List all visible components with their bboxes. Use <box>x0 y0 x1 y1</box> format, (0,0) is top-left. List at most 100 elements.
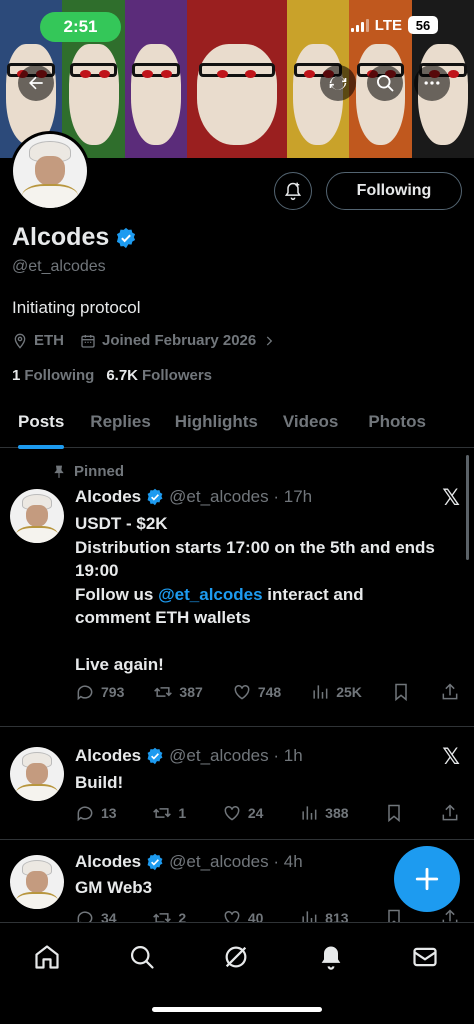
compose-button[interactable] <box>394 846 460 912</box>
repost-icon <box>153 808 172 818</box>
like-button[interactable]: 748 <box>232 682 281 702</box>
share-button[interactable] <box>440 682 460 702</box>
post-avatar[interactable] <box>10 855 64 909</box>
post-avatar[interactable] <box>10 489 64 543</box>
signal-icon <box>350 18 369 32</box>
more-icon <box>424 81 440 85</box>
like-button[interactable]: 24 <box>222 803 263 823</box>
reply-count: 793 <box>101 684 125 700</box>
post-author[interactable]: Alcodes <box>75 487 141 507</box>
view-count: 813 <box>325 910 349 922</box>
tab-videos[interactable]: Videos <box>283 400 338 448</box>
post-handle-time: @et_alcodes · 17h <box>169 487 313 506</box>
post-handle-time: @et_alcodes · 4h <box>169 852 303 871</box>
following-label: Following <box>24 367 95 384</box>
heart-icon <box>224 805 240 821</box>
repost-button[interactable]: 1 <box>152 803 186 823</box>
profile-handle: @et_alcodes <box>12 258 106 275</box>
share-icon <box>442 804 458 821</box>
reply-button[interactable]: 13 <box>75 803 117 823</box>
network-label: LTE <box>374 16 402 34</box>
home-indicator[interactable] <box>152 1007 322 1012</box>
search-button[interactable] <box>367 65 403 101</box>
post-line: Distribution starts 17:00 on the 5th and… <box>75 537 435 581</box>
reply-count: 13 <box>101 805 117 821</box>
repost-count: 1 <box>178 805 187 821</box>
x-logo-icon: 𝕏 <box>442 744 460 769</box>
repost-count: 2 <box>178 910 187 922</box>
share-button[interactable] <box>440 803 460 823</box>
views-button[interactable]: 25K <box>310 682 362 702</box>
post[interactable]: Alcodes @et_alcodes · 17h 𝕏 USDT - $2K D… <box>0 449 474 727</box>
following-stat[interactable]: 1 Following <box>12 367 94 384</box>
mention-link[interactable]: @et_alcodes <box>158 585 262 604</box>
search-icon <box>130 945 154 969</box>
bookmark-icon <box>388 909 400 922</box>
like-button[interactable]: 40 <box>222 908 263 922</box>
share-button[interactable] <box>440 908 460 922</box>
post-author[interactable]: Alcodes <box>75 852 141 872</box>
post-avatar[interactable] <box>10 747 64 801</box>
bookmark-icon <box>395 683 407 702</box>
profile-avatar[interactable] <box>10 131 90 211</box>
more-button[interactable] <box>414 65 450 101</box>
views-button[interactable]: 813 <box>299 908 349 922</box>
view-count: 388 <box>325 805 349 821</box>
refresh-button[interactable] <box>320 65 356 101</box>
back-arrow-icon <box>29 76 43 90</box>
notify-button[interactable] <box>274 172 312 210</box>
repost-button[interactable]: 387 <box>153 682 203 702</box>
refresh-icon <box>329 76 347 90</box>
calendar-icon <box>81 334 95 348</box>
post-actions: 13 1 24 388 <box>75 803 460 823</box>
reply-icon <box>77 806 93 822</box>
back-button[interactable] <box>18 65 54 101</box>
heart-icon <box>234 684 250 700</box>
like-count: 748 <box>257 684 282 700</box>
nav-notifications[interactable] <box>311 937 351 977</box>
views-icon <box>302 806 317 820</box>
post-text-segment: Follow us <box>75 584 159 604</box>
profile-bio: Initiating protocol <box>12 298 141 317</box>
search-icon <box>377 75 394 92</box>
profile-name-row: Alcodes <box>12 223 137 252</box>
mail-icon <box>413 947 437 967</box>
nav-home[interactable] <box>27 937 67 977</box>
reply-button[interactable]: 34 <box>75 908 117 922</box>
verified-badge-icon[interactable] <box>115 227 137 249</box>
x-logo-icon: 𝕏 <box>442 485 460 510</box>
bell-icon <box>321 946 341 970</box>
bookmark-button[interactable] <box>384 908 404 922</box>
home-icon <box>35 945 59 969</box>
following-button[interactable]: Following <box>326 172 462 210</box>
repost-count: 387 <box>179 684 203 700</box>
bookmark-button[interactable] <box>384 803 404 823</box>
post-actions: 793 387 748 25K <box>75 682 460 702</box>
post-line: USDT - $2K <box>75 514 168 533</box>
bookmark-icon <box>388 804 400 823</box>
nav-grok[interactable] <box>216 937 256 977</box>
repost-icon <box>153 913 172 922</box>
reply-button[interactable]: 793 <box>75 682 124 702</box>
tab-replies[interactable]: Replies <box>90 400 150 448</box>
views-button[interactable]: 388 <box>299 803 349 823</box>
post-line: Follow us @et_alcodes interact and comme… <box>75 583 438 630</box>
heart-icon <box>224 910 240 922</box>
post-text: USDT - $2K Distribution starts 17:00 on … <box>75 512 438 677</box>
nav-search[interactable] <box>122 937 162 977</box>
tab-posts[interactable]: Posts <box>18 400 65 449</box>
tab-highlights[interactable]: Highlights <box>175 400 258 448</box>
joined-date[interactable]: Joined February 2026 <box>80 332 276 349</box>
bookmark-button[interactable] <box>391 682 411 702</box>
repost-button[interactable]: 2 <box>152 908 186 922</box>
post-line: Live again! <box>75 655 164 674</box>
tab-photos[interactable]: Photos <box>368 400 426 448</box>
followers-stat[interactable]: 6.7K Followers <box>106 367 212 384</box>
post-author[interactable]: Alcodes <box>75 746 141 766</box>
post[interactable]: Alcodes @et_alcodes · 1h 𝕏 Build! 13 1 2… <box>0 727 474 840</box>
chevron-right-icon <box>267 335 273 346</box>
reply-icon <box>77 685 93 701</box>
post-handle-time: @et_alcodes · 1h <box>169 746 303 765</box>
status-time[interactable]: 2:51 <box>40 12 121 42</box>
nav-messages[interactable] <box>405 937 445 977</box>
